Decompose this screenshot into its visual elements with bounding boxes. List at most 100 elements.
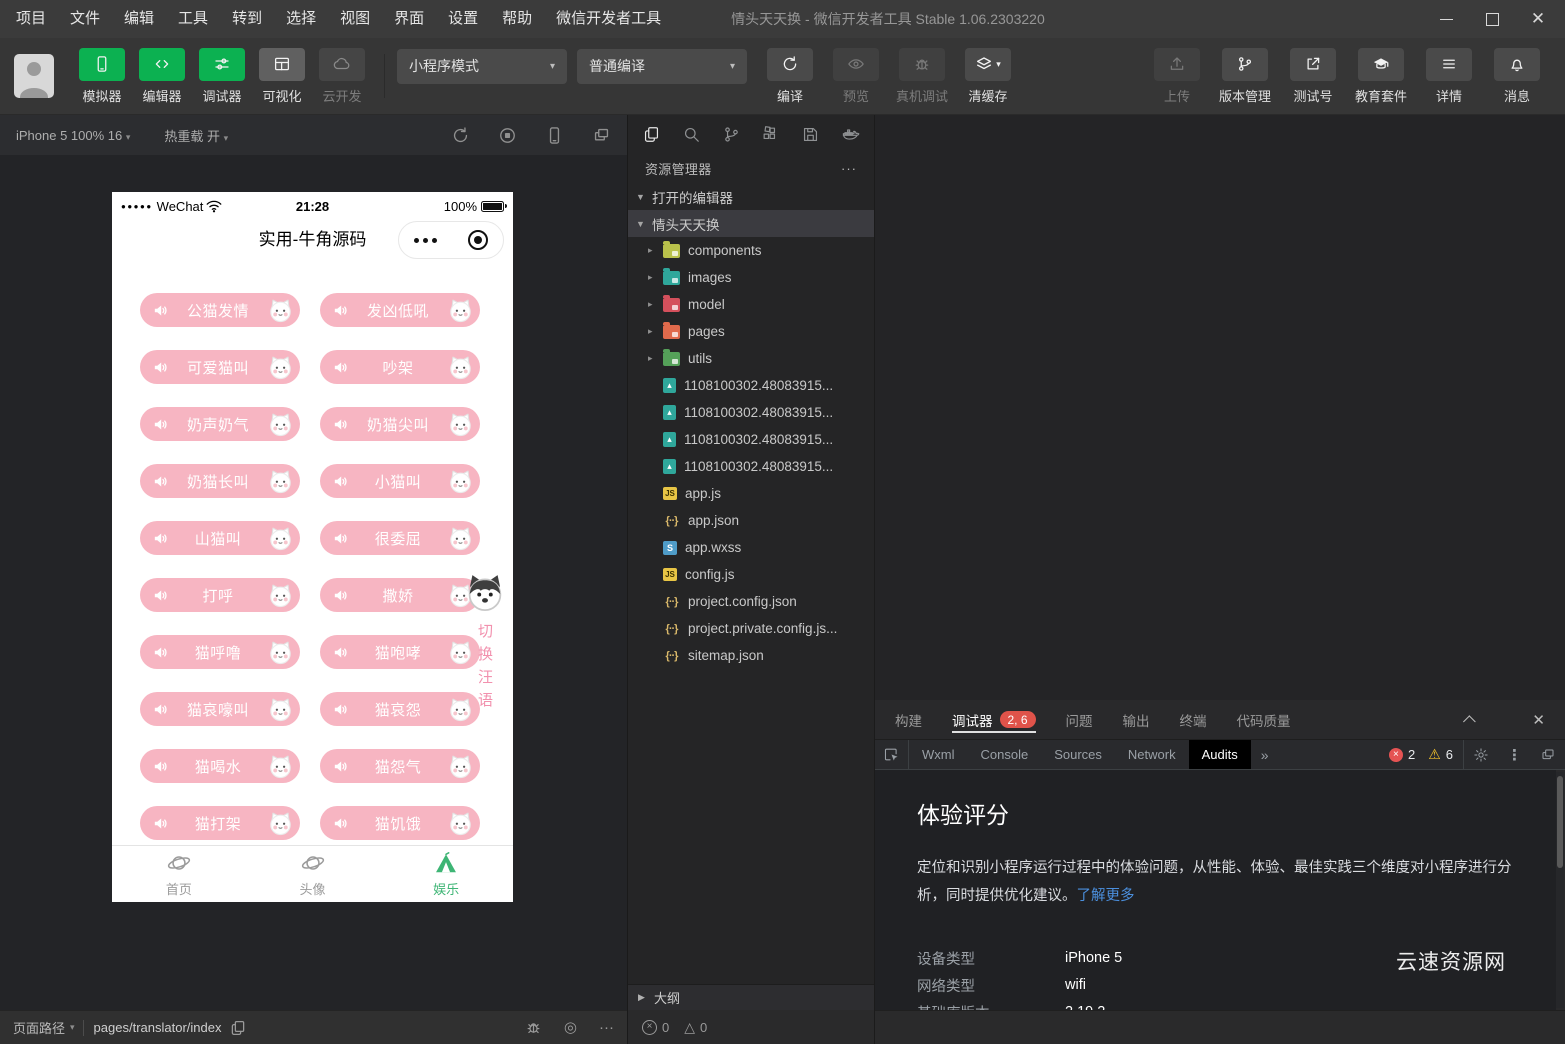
tree-item[interactable]: app.js [628, 480, 874, 507]
sound-button[interactable]: 奶声奶气 [140, 407, 300, 441]
sound-button[interactable]: 发凶低吼 [320, 293, 480, 327]
more-tabs-icon[interactable]: » [1251, 740, 1279, 769]
menu-item[interactable]: 项目 [4, 0, 58, 38]
sound-button[interactable]: 吵架 [320, 350, 480, 384]
toolbar-action-button[interactable]: ▾ 清缓存 [955, 48, 1021, 105]
activity-icon[interactable] [761, 125, 780, 144]
more-options-icon[interactable]: ··· [599, 1020, 614, 1035]
tree-item[interactable]: ▸ model [628, 291, 874, 318]
toolbar-view-button[interactable]: 调试器 [192, 48, 252, 105]
toolbar-right-button[interactable]: 消息 [1483, 48, 1551, 105]
scrollbar-thumb[interactable] [1557, 776, 1563, 868]
tree-item[interactable]: 1108100302.48083915... [628, 453, 874, 480]
page-path-label[interactable]: 页面路径 [13, 1018, 65, 1037]
menu-item[interactable]: 微信开发者工具 [544, 0, 673, 38]
sound-button[interactable]: 公猫发情 [140, 293, 300, 327]
activity-icon[interactable] [841, 125, 860, 144]
panel-tab[interactable]: 终端 [1180, 700, 1207, 739]
activity-icon[interactable] [801, 125, 820, 144]
tree-item[interactable]: ▸ pages [628, 318, 874, 345]
tree-item[interactable]: project.config.json [628, 588, 874, 615]
project-section[interactable]: ▼ 情头天天换 [628, 210, 874, 237]
sound-button[interactable]: 猫哀怨 [320, 692, 480, 726]
tree-item[interactable]: 1108100302.48083915... [628, 399, 874, 426]
hot-reload-toggle[interactable]: 热重载 开 ▾ [164, 126, 228, 145]
toolbar-action-button[interactable]: 编译 [757, 48, 823, 105]
settings-gear-icon[interactable] [1464, 740, 1498, 769]
activity-icon[interactable] [682, 125, 701, 144]
menu-item[interactable]: 转到 [220, 0, 274, 38]
toolbar-right-button[interactable]: 教育套件 [1347, 48, 1415, 105]
devtools-tab[interactable]: Sources [1041, 740, 1115, 769]
panel-tab[interactable]: 代码质量 [1237, 700, 1291, 739]
tree-item[interactable]: app.wxss [628, 534, 874, 561]
switch-dog-mode-widget[interactable]: 切换汪语 [464, 572, 508, 712]
rotate-icon[interactable] [451, 126, 470, 145]
menu-item[interactable]: 工具 [166, 0, 220, 38]
open-editors-section[interactable]: ▼ 打开的编辑器 [628, 183, 874, 210]
sound-button[interactable]: 奶猫长叫 [140, 464, 300, 498]
vconsole-icon[interactable] [525, 1019, 542, 1036]
avatar[interactable] [14, 54, 54, 98]
sound-button[interactable]: 可爱猫叫 [140, 350, 300, 384]
menu-item[interactable]: 界面 [382, 0, 436, 38]
sound-button[interactable]: 猫哀嚎叫 [140, 692, 300, 726]
tree-item[interactable]: config.js [628, 561, 874, 588]
outline-section[interactable]: ▶ 大纲 [628, 984, 874, 1010]
toolbar-view-button[interactable]: 模拟器 [72, 48, 132, 105]
cascade-windows-icon[interactable] [592, 126, 611, 145]
toolbar-right-button[interactable]: 版本管理 [1211, 48, 1279, 105]
menu-item[interactable]: 设置 [436, 0, 490, 38]
close-panel-icon[interactable]: ✕ [1532, 711, 1545, 729]
tree-item[interactable]: sitemap.json [628, 642, 874, 669]
toolbar-action-button[interactable]: 预览 [823, 48, 889, 105]
sound-button[interactable]: 猫咆哮 [320, 635, 480, 669]
tree-item[interactable]: ▸ images [628, 264, 874, 291]
menu-item[interactable]: 文件 [58, 0, 112, 38]
tree-item[interactable]: ▸ components [628, 237, 874, 264]
devtools-tab[interactable]: Console [968, 740, 1042, 769]
tree-item[interactable]: 1108100302.48083915... [628, 426, 874, 453]
panel-tab[interactable]: 构建 [895, 700, 922, 739]
maximize-button[interactable] [1469, 0, 1515, 38]
devtools-menu-icon[interactable]: ⋮ [1498, 740, 1531, 769]
toolbar-action-button[interactable]: 真机调试 [889, 48, 955, 105]
sound-button[interactable]: 小猫叫 [320, 464, 480, 498]
copy-icon[interactable] [229, 1019, 247, 1037]
minimize-button[interactable] [1423, 0, 1469, 38]
stop-icon[interactable] [498, 126, 517, 145]
watch-icon[interactable]: ◎ [564, 1020, 577, 1035]
activity-icon[interactable] [722, 125, 741, 144]
devtools-tab[interactable]: Network [1115, 740, 1189, 769]
sound-button[interactable]: 猫喝水 [140, 749, 300, 783]
menu-item[interactable]: 编辑 [112, 0, 166, 38]
panel-tab[interactable]: 输出 [1123, 700, 1150, 739]
sound-button[interactable]: 山猫叫 [140, 521, 300, 555]
toolbar-view-button[interactable]: 编辑器 [132, 48, 192, 105]
learn-more-link[interactable]: 了解更多 [1077, 888, 1135, 904]
sound-button[interactable]: 撒娇 [320, 578, 480, 612]
console-counts[interactable]: × 2 ⚠ 6 [1389, 740, 1464, 769]
tree-item[interactable]: app.json [628, 507, 874, 534]
activity-icon[interactable] [642, 125, 661, 144]
phone-tab[interactable]: 娱乐 [379, 846, 513, 902]
phone-tab[interactable]: 头像 [246, 846, 380, 902]
tree-item[interactable]: ▸ utils [628, 345, 874, 372]
device-frame-icon[interactable] [545, 126, 564, 145]
toolbar-view-button[interactable]: 云开发 [312, 48, 372, 105]
menu-item[interactable]: 选择 [274, 0, 328, 38]
sound-button[interactable]: 很委屈 [320, 521, 480, 555]
tree-item[interactable]: project.private.config.js... [628, 615, 874, 642]
tree-item[interactable]: 1108100302.48083915... [628, 372, 874, 399]
sound-button[interactable]: 猫怨气 [320, 749, 480, 783]
devtools-tab[interactable]: Wxml [909, 740, 968, 769]
panel-tab[interactable]: 调试器 2, 6 [952, 700, 1036, 739]
sound-button[interactable]: 猫饥饿 [320, 806, 480, 840]
more-icon[interactable] [414, 238, 437, 243]
scrollbar[interactable] [1556, 772, 1564, 1008]
phone-tab[interactable]: 首页 [112, 846, 246, 902]
sound-button[interactable]: 打呼 [140, 578, 300, 612]
toolbar-right-button[interactable]: 上传 [1143, 48, 1211, 105]
sound-button[interactable]: 猫打架 [140, 806, 300, 840]
collapse-panel-icon[interactable] [1467, 711, 1476, 728]
